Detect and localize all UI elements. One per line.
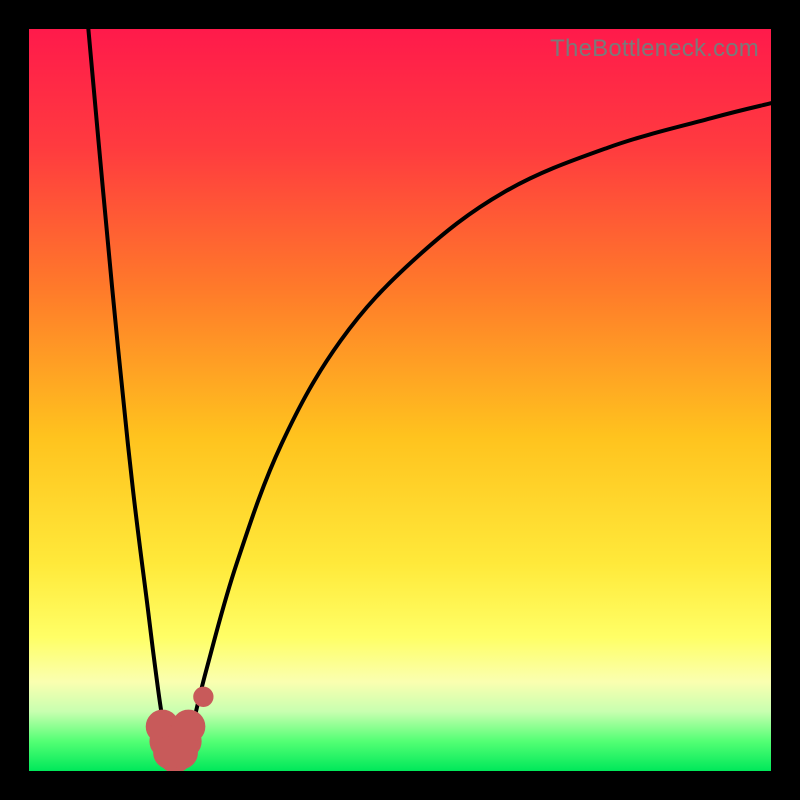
chart-frame: TheBottleneck.com: [0, 0, 800, 800]
watermark-text: TheBottleneck.com: [550, 35, 759, 63]
plot-area: TheBottleneck.com: [29, 29, 771, 771]
marker-dot: [194, 687, 213, 706]
curve-markers: [146, 687, 213, 771]
bottleneck-curve: [88, 29, 771, 756]
marker-dot: [172, 710, 205, 743]
curve-layer: [29, 29, 771, 771]
